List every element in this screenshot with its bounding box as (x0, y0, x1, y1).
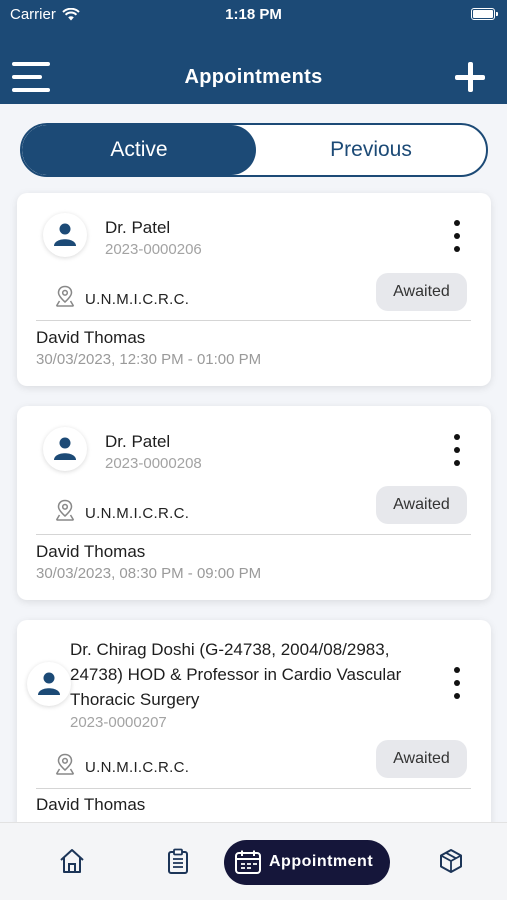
page-title: Appointments (184, 66, 323, 88)
tab-appointment[interactable]: Appointment (224, 840, 390, 885)
clock: 1:18 PM (225, 6, 282, 23)
add-appointment-button[interactable] (453, 60, 487, 94)
doctor-name-line: 24738) HOD & Professor in Cardio Vascula… (70, 665, 402, 684)
more-options-icon[interactable] (445, 665, 469, 701)
package-box-icon[interactable] (437, 847, 465, 875)
more-options-icon[interactable] (445, 432, 469, 468)
battery-icon (471, 8, 498, 20)
user-icon (54, 223, 76, 246)
location-label: U.N.M.I.C.R.C. (85, 291, 190, 308)
divider (36, 320, 471, 321)
status-badge: Awaited (376, 273, 467, 311)
appointment-card[interactable]: Dr. Patel 2023-0000208 U.N.M.I.C.R.C. Aw… (17, 406, 491, 600)
tab-active[interactable]: Active (22, 125, 256, 175)
avatar (43, 213, 87, 257)
home-icon[interactable] (58, 847, 86, 875)
appointment-card[interactable]: Dr. Patel 2023-0000206 U.N.M.I.C.R.C. Aw… (17, 193, 491, 386)
clipboard-icon[interactable] (164, 847, 192, 875)
user-icon (38, 672, 60, 695)
bottom-navigation: Appointment (0, 822, 507, 900)
status-badge: Awaited (376, 486, 467, 524)
appointment-id: 2023-0000207 (70, 714, 167, 731)
location-label: U.N.M.I.C.R.C. (85, 505, 190, 522)
user-icon (54, 437, 76, 460)
patient-name: David Thomas (36, 542, 146, 561)
divider (36, 788, 471, 789)
location-pin-icon (55, 285, 75, 307)
calendar-icon (235, 850, 261, 874)
patient-name: David Thomas (36, 795, 146, 814)
tab-previous[interactable]: Previous (256, 125, 486, 175)
tab-appointment-label: Appointment (269, 853, 374, 870)
doctor-name: Dr. Patel (105, 432, 171, 451)
status-badge: Awaited (376, 740, 467, 778)
more-options-icon[interactable] (445, 218, 469, 254)
app-header: Carrier 1:18 PM Appointments (0, 0, 507, 104)
avatar (43, 427, 87, 471)
doctor-name: Dr. Patel (105, 218, 171, 237)
location-pin-icon (55, 753, 75, 775)
location-label: U.N.M.I.C.R.C. (85, 759, 190, 776)
status-bar: Carrier 1:18 PM (0, 0, 507, 30)
location-pin-icon (55, 499, 75, 521)
appointment-id: 2023-0000208 (105, 455, 202, 472)
appointment-datetime: 30/03/2023, 12:30 PM - 01:00 PM (36, 351, 262, 368)
divider (36, 534, 471, 535)
avatar (27, 662, 71, 706)
doctor-name-line: Thoracic Surgery (70, 690, 200, 709)
appointment-datetime: 30/03/2023, 08:30 PM - 09:00 PM (36, 565, 262, 582)
appointment-filter-toggle: Active Previous (20, 123, 488, 177)
patient-name: David Thomas (36, 328, 146, 347)
doctor-name-line: Dr. Chirag Doshi (G-24738, 2004/08/2983, (70, 640, 390, 659)
appointment-id: 2023-0000206 (105, 241, 202, 258)
doctor-name: Dr. Chirag Doshi (G-24738, 2004/08/2983,… (70, 637, 401, 712)
